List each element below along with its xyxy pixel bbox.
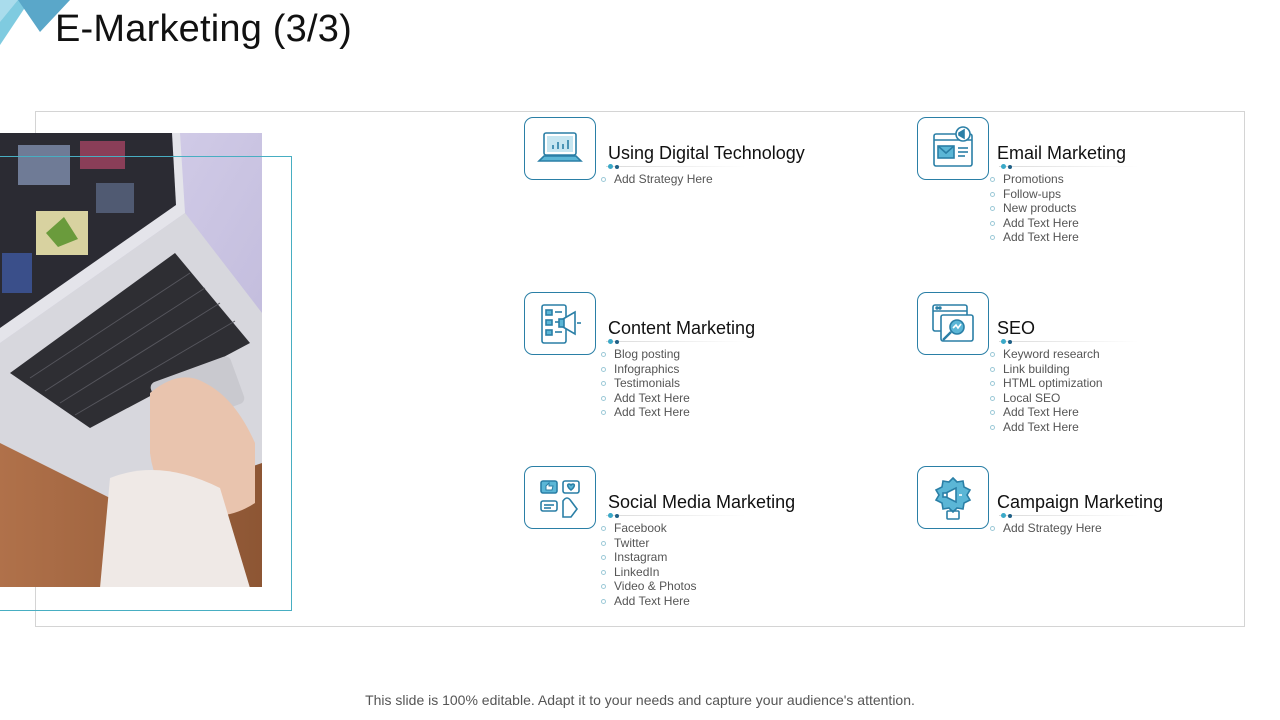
item-title: Content Marketing — [608, 318, 756, 338]
bullet-item: Infographics — [600, 362, 690, 377]
title-divider — [606, 513, 746, 518]
page-title: E-Marketing (3/3) — [55, 8, 352, 50]
social-media-icon — [524, 466, 596, 529]
item-bullets: Blog posting Infographics Testimonials A… — [600, 347, 690, 420]
item-title: Social Media Marketing — [608, 492, 796, 512]
footer-note: This slide is 100% editable. Adapt it to… — [365, 692, 915, 708]
bullet-item: Blog posting — [600, 347, 690, 362]
bullet-item: Promotions — [989, 172, 1079, 187]
content-megaphone-icon — [524, 292, 596, 355]
bullet-item: Add Strategy Here — [989, 521, 1102, 536]
title-divider — [606, 339, 746, 344]
bullet-item: Add Text Here — [600, 391, 690, 406]
item-title: Using Digital Technology — [608, 143, 805, 163]
bullet-item: Follow-ups — [989, 187, 1079, 202]
bullet-item: Testimonials — [600, 376, 690, 391]
bullet-item: Instagram — [600, 550, 697, 565]
email-megaphone-icon — [917, 117, 989, 180]
bullet-item: Twitter — [600, 536, 697, 551]
title-divider — [999, 513, 1139, 518]
title-divider — [999, 339, 1139, 344]
bullet-item: New products — [989, 201, 1079, 216]
bullet-item: Video & Photos — [600, 579, 697, 594]
seo-search-icon — [917, 292, 989, 355]
item-bullets: Promotions Follow-ups New products Add T… — [989, 172, 1079, 245]
item-bullets: Add Strategy Here — [600, 172, 713, 187]
bullet-item: Add Strategy Here — [600, 172, 713, 187]
photo-outline — [0, 156, 292, 611]
bullet-item: Add Text Here — [989, 420, 1103, 435]
item-bullets: Add Strategy Here — [989, 521, 1102, 536]
item-title: Email Marketing — [997, 143, 1127, 163]
bullet-item: Add Text Here — [600, 594, 697, 609]
bullet-item: Add Text Here — [989, 405, 1103, 420]
item-bullets: Facebook Twitter Instagram LinkedIn Vide… — [600, 521, 697, 608]
bullet-item: Local SEO — [989, 391, 1103, 406]
bullet-item: HTML optimization — [989, 376, 1103, 391]
bullet-item: Facebook — [600, 521, 697, 536]
item-bullets: Keyword research Link building HTML opti… — [989, 347, 1103, 434]
bullet-item: Link building — [989, 362, 1103, 377]
laptop-chart-icon — [524, 117, 596, 180]
item-title: Campaign Marketing — [997, 492, 1164, 512]
item-title: SEO — [997, 318, 1036, 338]
bullet-item: LinkedIn — [600, 565, 697, 580]
title-divider — [999, 164, 1139, 169]
bullet-item: Keyword research — [989, 347, 1103, 362]
bullet-item: Add Text Here — [600, 405, 690, 420]
bullet-item: Add Text Here — [989, 230, 1079, 245]
bullet-item: Add Text Here — [989, 216, 1079, 231]
title-divider — [606, 164, 746, 169]
campaign-badge-icon — [917, 466, 989, 529]
